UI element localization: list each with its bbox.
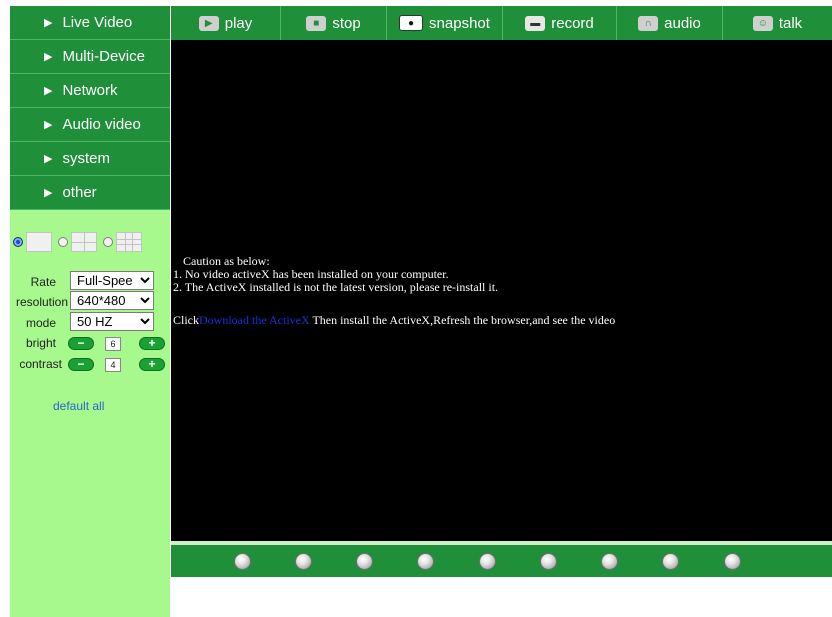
play-button[interactable]: ▶ play (171, 6, 281, 40)
ptz-button-3[interactable] (356, 553, 373, 570)
ptz-button-9[interactable] (724, 553, 741, 570)
resolution-select[interactable]: 640*480 (70, 291, 154, 310)
video-controls: Rate Full-Spee resolution 640*480 mode 5… (10, 6, 170, 617)
default-all-link[interactable]: default all (53, 399, 104, 413)
bright-value: 6 (105, 337, 121, 351)
video-viewport[interactable]: Caution as below: 1. No video activeX ha… (171, 40, 832, 541)
rate-select[interactable]: Full-Spee (70, 271, 154, 290)
stop-label: stop (332, 14, 361, 32)
ptz-button-6[interactable] (540, 553, 557, 570)
ptz-button-1[interactable] (234, 553, 251, 570)
record-label: record (551, 14, 594, 32)
contrast-decrease-button[interactable]: − (68, 358, 94, 371)
ptz-button-7[interactable] (601, 553, 618, 570)
sidebar: ▶ Live Video ▶ Multi-Device ▶ Network ▶ … (10, 6, 170, 617)
bright-increase-button[interactable]: + (139, 337, 165, 350)
headphone-icon: ∩ (638, 15, 659, 31)
ptz-button-4[interactable] (417, 553, 434, 570)
audio-button[interactable]: ∩ audio (617, 6, 723, 40)
play-label: play (224, 14, 253, 32)
rate-label: Rate (30, 275, 56, 289)
record-icon: ▬ (525, 15, 546, 31)
talk-button[interactable]: ☺ talk (723, 6, 832, 40)
toolbar: ▶ play ■ stop ● snapshot ▬ record ∩ audi… (171, 6, 832, 40)
resolution-label: resolution (15, 295, 68, 309)
ptz-button-2[interactable] (295, 553, 312, 570)
stop-button[interactable]: ■ stop (281, 6, 387, 40)
caution-line-2: 2. The ActiveX installed is not the late… (173, 280, 499, 294)
camera-icon: ● (399, 15, 424, 31)
contrast-label: contrast (19, 357, 62, 371)
talk-label: talk (778, 14, 803, 32)
bright-decrease-button[interactable]: − (68, 337, 94, 350)
record-button[interactable]: ▬ record (503, 6, 617, 40)
ptz-button-8[interactable] (662, 553, 679, 570)
mode-select[interactable]: 50 HZ (70, 312, 154, 331)
mode-label: mode (25, 316, 56, 330)
bright-label: bright (25, 336, 56, 350)
caution-message: Caution as below: 1. No video activeX ha… (173, 255, 498, 294)
stop-icon: ■ (306, 15, 327, 31)
contrast-value: 4 (105, 358, 121, 372)
snapshot-button[interactable]: ● snapshot (387, 6, 503, 40)
audio-label: audio (664, 14, 701, 32)
then-text: Then install the ActiveX,Refresh the bro… (309, 313, 616, 327)
download-instruction: ClickDownload the ActiveX Then install t… (173, 313, 615, 328)
play-icon: ▶ (198, 15, 219, 31)
ptz-button-5[interactable] (479, 553, 496, 570)
contrast-increase-button[interactable]: + (139, 358, 165, 371)
download-activex-link[interactable]: Download the ActiveX (199, 313, 310, 327)
ptz-bar (171, 545, 832, 577)
talk-icon: ☺ (752, 15, 773, 31)
snapshot-label: snapshot (429, 14, 490, 32)
click-text: Click (173, 313, 199, 327)
